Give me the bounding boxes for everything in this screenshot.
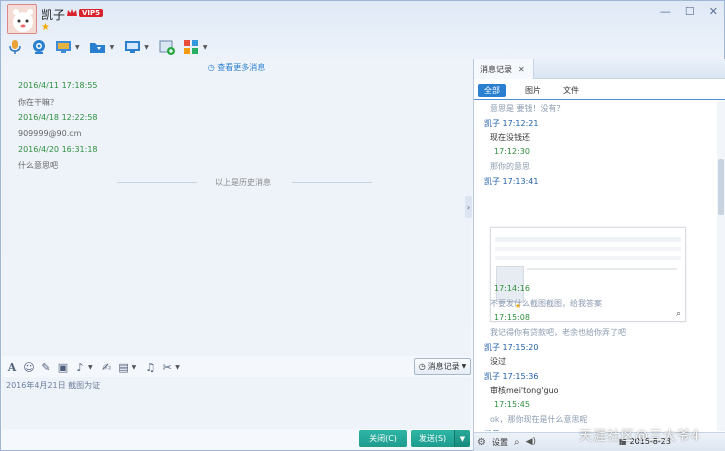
chevron-down-icon[interactable]: ▼ — [110, 44, 115, 51]
gif-icon[interactable]: ▣ — [56, 360, 70, 374]
chevron-down-icon[interactable]: ▼ — [88, 364, 93, 371]
history-divider: 以上是历史消息 — [215, 178, 271, 187]
filter-images[interactable]: 图片 — [519, 84, 547, 97]
close-button[interactable]: 关闭(C) — [359, 430, 407, 447]
chevron-down-icon[interactable]: ▼ — [175, 364, 180, 371]
history-time: 17:12:30 — [494, 147, 530, 156]
send-file-button[interactable] — [88, 38, 108, 56]
star-icon: ★ — [41, 22, 50, 33]
history-message: 意思是 要钱！没有？ — [490, 104, 565, 113]
history-time: 17:15:45 — [494, 400, 530, 409]
history-filter-bar: 全部 图片 文件 — [474, 80, 725, 100]
microphone-icon — [9, 40, 21, 54]
message-text: 你在干嘛？ — [18, 98, 58, 107]
contact-name: 凯子 — [41, 8, 66, 22]
history-message: 审核mei'tong'guo — [490, 386, 559, 395]
zoom-icon: ⌕ — [675, 309, 681, 319]
screen-share-button[interactable] — [122, 38, 142, 56]
more-history-link[interactable]: ◷ 查看更多消息 — [2, 62, 471, 73]
apps-button[interactable] — [181, 38, 201, 56]
send-options-button[interactable]: ▼ — [454, 430, 470, 447]
history-panel-header: 消息记录 ✕ — [474, 59, 725, 79]
divider — [117, 182, 197, 183]
chevron-down-icon: ▼ — [461, 363, 467, 370]
maximize-icon[interactable]: ☐ — [685, 5, 695, 18]
input-toolbar: A ☺ ✎ ▣ ♪ ▼ ✍ ▤ ▼ ♫ ✂ ▼ — [5, 358, 184, 376]
settings-label[interactable]: 设置 — [492, 437, 508, 448]
chevron-down-icon[interactable]: ▼ — [203, 44, 208, 51]
message-text: 909999@90.cm — [18, 129, 82, 138]
camera-icon — [33, 40, 45, 54]
chevron-down-icon[interactable]: ▼ — [144, 44, 149, 51]
scissors-icon[interactable]: ✂ — [160, 360, 174, 374]
message-history-button[interactable]: ◷ 消息记录 ▼ — [414, 358, 471, 375]
font-icon[interactable]: A — [5, 360, 19, 374]
message-input[interactable]: 2016年4月21日 截图为证 — [2, 377, 471, 429]
monitor-icon — [55, 41, 71, 53]
history-scrollbar[interactable] — [717, 101, 725, 431]
avatar[interactable] — [7, 4, 37, 34]
history-message: 我记得你有贷款吧，老余也给你弄了吧 — [490, 328, 626, 337]
screen-icon — [124, 41, 140, 53]
history-message: 不要发什么截图截图，给我答案 — [490, 299, 602, 308]
apps-icon — [183, 40, 198, 54]
window-controls: — ☐ ✕ — [660, 5, 718, 18]
filter-all[interactable]: 全部 — [478, 84, 506, 97]
message-time: 2016/4/11 17:18:55 — [18, 81, 98, 90]
voice-message-icon[interactable]: ♪ — [73, 360, 87, 374]
voice-call-button[interactable] — [5, 38, 25, 56]
history-message: 那你的意思 — [490, 162, 530, 171]
speaker-icon[interactable]: ◀) — [526, 437, 536, 447]
vip-badge[interactable]: VIP5 — [79, 9, 104, 17]
history-sender: 凯子 17:15:51 — [484, 429, 538, 431]
video-call-button[interactable] — [29, 38, 49, 56]
send-button[interactable]: 发送(S) — [411, 430, 454, 447]
history-message: 没过 — [490, 357, 506, 366]
history-panel: 消息记录 ✕ 全部 图片 文件 ★ ⌕ 意思是 要钱！没有？ 凯子 17:12:2… — [473, 59, 725, 451]
message-time: 2016/4/20 16:31:18 — [18, 145, 98, 154]
history-sender: 凯子 17:12:21 — [484, 119, 539, 128]
scrollbar-thumb[interactable] — [718, 159, 724, 215]
magic-wand-icon[interactable]: ✎ — [39, 360, 53, 374]
divider — [292, 182, 372, 183]
history-message: 现在没钱还 — [490, 133, 530, 142]
close-icon[interactable]: ✕ — [709, 5, 718, 18]
minimize-icon[interactable]: — — [660, 5, 671, 18]
chevron-down-icon: ▼ — [459, 434, 466, 443]
input-draft-text: 2016年4月21日 截图为证 — [6, 381, 101, 390]
history-sender: 凯子 17:13:41 — [484, 177, 539, 186]
clock-icon: ◷ — [207, 63, 215, 72]
folder-icon — [90, 43, 106, 53]
collapse-panel-handle[interactable]: › — [465, 196, 472, 218]
edit-icon[interactable]: ✍ — [100, 360, 114, 374]
message-text: 什么意思吧 — [18, 161, 58, 170]
image-icon[interactable]: ▤ — [117, 360, 131, 374]
message-time: 2016/4/18 12:22:58 — [18, 113, 98, 122]
history-message-list: ★ ⌕ 意思是 要钱！没有？ 凯子 17:12:21 现在没钱还 17:12:30 那你… — [474, 101, 714, 431]
chat-window: 凯子 VIP5 ★ — ☐ ✕ ▼ ▼ ▼ ▼ ◷ 查看更多消息 2016/4/… — [0, 0, 725, 451]
add-member-button[interactable] — [157, 38, 177, 56]
top-toolbar: ▼ ▼ ▼ ▼ — [5, 37, 212, 57]
history-message: ok，那你现在是什么意思呢 — [490, 415, 588, 424]
watermark: 天涯社区@三大爷4 — [579, 429, 701, 444]
crown-icon — [67, 9, 77, 16]
clock-icon: ◷ — [418, 362, 426, 371]
emoji-icon[interactable]: ☺ — [22, 360, 36, 374]
chevron-down-icon[interactable]: ▼ — [75, 44, 80, 51]
history-sender: 凯子 17:15:20 — [484, 343, 539, 352]
tab-message-history[interactable]: 消息记录 ✕ — [474, 59, 534, 79]
filter-files[interactable]: 文件 — [557, 84, 585, 97]
remote-desktop-button[interactable] — [53, 38, 73, 56]
gear-icon[interactable]: ⚙ — [477, 437, 486, 448]
add-group-icon — [159, 40, 175, 55]
music-icon[interactable]: ♫ — [143, 360, 157, 374]
close-icon[interactable]: ✕ — [518, 65, 525, 74]
history-time: 17:15:08 — [494, 313, 530, 322]
chevron-down-icon[interactable]: ▼ — [132, 364, 137, 371]
search-icon[interactable]: ⌕ — [514, 437, 520, 448]
history-sender: 凯子 17:15:36 — [484, 372, 539, 381]
chat-message-area: ◷ 查看更多消息 2016/4/11 17:18:55 你在干嘛？ 2016/4… — [2, 59, 471, 356]
history-time: 17:14:16 — [494, 284, 530, 293]
